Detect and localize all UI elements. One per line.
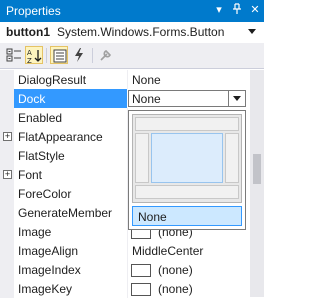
row-gutter <box>0 70 14 89</box>
property-name: Font <box>18 168 43 182</box>
column-divider <box>127 279 128 298</box>
toolbar-separator <box>46 48 47 63</box>
column-divider <box>127 70 128 89</box>
image-preview-swatch <box>131 283 151 296</box>
expand-plus-icon[interactable]: + <box>3 132 12 141</box>
dock-fill-option[interactable] <box>151 133 223 183</box>
events-icon[interactable] <box>70 46 88 64</box>
object-name: button1 <box>6 25 50 39</box>
row-gutter <box>0 241 14 260</box>
row-gutter <box>0 184 14 203</box>
image-preview-swatch <box>131 264 151 277</box>
property-value[interactable]: (none) <box>158 263 193 277</box>
properties-icon[interactable] <box>50 46 68 64</box>
categorized-view-icon[interactable] <box>5 46 23 64</box>
column-divider <box>127 260 128 279</box>
chevron-down-icon[interactable] <box>248 29 256 34</box>
properties-toolbar: A Z <box>0 43 264 69</box>
dock-left-option[interactable] <box>135 133 149 183</box>
dock-top-option[interactable] <box>135 117 239 131</box>
pin-icon[interactable] <box>230 3 244 17</box>
property-name: FlatStyle <box>18 149 65 163</box>
dock-bottom-option[interactable] <box>135 185 239 199</box>
svg-text:A: A <box>27 49 32 57</box>
alphabetical-view-icon[interactable]: A Z <box>25 46 43 64</box>
property-value[interactable]: MiddleCenter <box>132 244 203 258</box>
property-row-imageindex[interactable]: ImageIndex (none) <box>0 260 250 279</box>
scrollbar-thumb[interactable] <box>253 154 261 184</box>
property-name: ImageKey <box>18 282 73 296</box>
object-selector[interactable]: button1 System.Windows.Forms.Button <box>0 22 264 44</box>
chevron-down-icon <box>233 96 241 101</box>
property-value[interactable]: None <box>132 73 161 87</box>
property-value: None <box>132 92 161 106</box>
property-name: ImageAlign <box>18 244 79 258</box>
property-name: GenerateMember <box>18 206 113 220</box>
row-gutter <box>0 89 14 108</box>
property-row-dock[interactable]: Dock None <box>0 89 250 108</box>
property-name: Enabled <box>18 111 63 125</box>
row-gutter <box>0 146 14 165</box>
property-row-dialogresult[interactable]: DialogResult None <box>0 70 250 89</box>
vertical-scrollbar[interactable] <box>250 70 264 297</box>
row-gutter <box>0 203 14 222</box>
dock-none-label: None <box>138 210 167 224</box>
property-row-imagealign[interactable]: ImageAlign MiddleCenter <box>0 241 250 260</box>
dock-editor-popup: None <box>128 110 246 230</box>
property-pages-icon[interactable] <box>97 46 115 64</box>
property-name: Image <box>18 225 52 239</box>
property-name: Dock <box>18 92 46 106</box>
property-name: FlatAppearance <box>18 130 103 144</box>
property-name: DialogResult <box>18 73 87 87</box>
panel-title: Properties <box>6 4 61 18</box>
expand-plus-icon[interactable]: + <box>3 170 12 179</box>
row-gutter <box>0 260 14 279</box>
row-gutter <box>0 222 14 241</box>
dropdown-arrow-icon[interactable]: ▾ <box>212 3 226 17</box>
object-type: System.Windows.Forms.Button <box>57 25 225 39</box>
dock-picker-area <box>132 114 242 203</box>
property-value[interactable]: (none) <box>158 282 193 296</box>
toolbar-separator <box>92 48 93 63</box>
svg-text:Z: Z <box>27 57 32 64</box>
property-name: ForeColor <box>18 187 72 201</box>
column-divider <box>127 241 128 260</box>
row-gutter <box>0 279 14 298</box>
dock-none-option[interactable]: None <box>132 206 242 226</box>
property-row-imagekey[interactable]: ImageKey (none) <box>0 279 250 298</box>
dock-right-option[interactable] <box>225 133 239 183</box>
properties-title-bar: Properties ▾ ✕ <box>0 0 264 22</box>
row-gutter <box>0 108 14 127</box>
property-name: ImageIndex <box>18 263 81 277</box>
dropdown-button[interactable] <box>228 91 245 106</box>
close-icon[interactable]: ✕ <box>248 3 262 17</box>
dock-value-combo[interactable]: None <box>128 90 246 107</box>
